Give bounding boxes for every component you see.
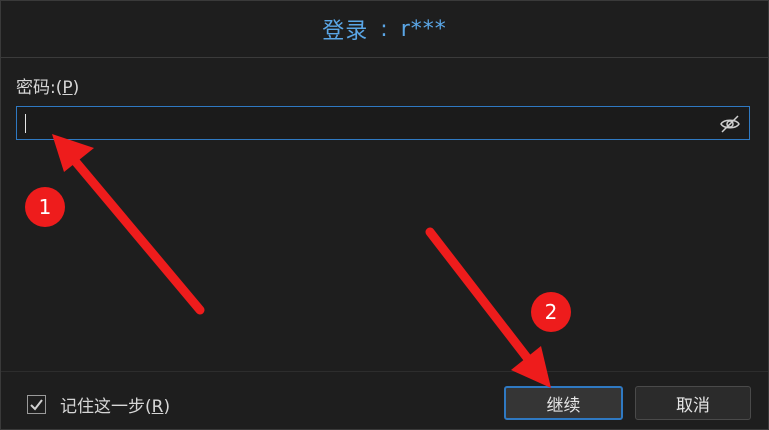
- continue-button[interactable]: 继续: [504, 386, 623, 420]
- annotation-badge-2: 2: [531, 292, 571, 332]
- password-input[interactable]: [16, 106, 750, 140]
- dialog-title: 登录 : r***: [1, 1, 768, 58]
- login-dialog: 登录 : r*** 密码:(P) 记住这一步(R) 继续 取消: [0, 0, 769, 430]
- title-username: r***: [400, 16, 447, 42]
- checkmark-icon: [30, 399, 43, 411]
- title-separator: :: [380, 16, 389, 42]
- password-label: 密码:(P): [16, 78, 80, 98]
- show-password-eye-icon[interactable]: [719, 113, 741, 135]
- title-label: 登录: [322, 19, 369, 44]
- remember-step-checkbox-row[interactable]: 记住这一步(R): [27, 392, 170, 417]
- remember-checkbox[interactable]: [27, 395, 46, 414]
- remember-label: 记住这一步(R): [60, 397, 171, 417]
- annotation-badge-1: 1: [25, 187, 65, 227]
- cancel-button[interactable]: 取消: [635, 386, 751, 420]
- footer-divider: [1, 371, 768, 372]
- password-mnemonic: P: [62, 78, 73, 98]
- text-caret: [25, 114, 26, 133]
